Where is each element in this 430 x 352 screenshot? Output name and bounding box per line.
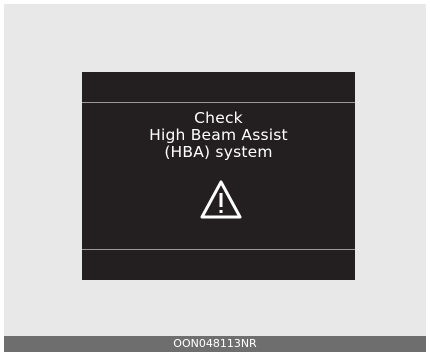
display-bottom-divider xyxy=(82,249,355,250)
figure-code: OON048113NR xyxy=(173,337,257,350)
message-line-1: Check xyxy=(194,109,243,127)
figure-code-bar: OON048113NR xyxy=(4,336,426,352)
warning-triangle-icon xyxy=(200,180,242,219)
figure-background: Check High Beam Assist (HBA) system xyxy=(4,4,426,336)
cluster-display: Check High Beam Assist (HBA) system xyxy=(82,72,355,280)
message-line-2: High Beam Assist xyxy=(149,126,288,144)
warning-message: Check High Beam Assist (HBA) system xyxy=(82,110,355,161)
message-line-3: (HBA) system xyxy=(164,143,273,161)
display-top-divider xyxy=(82,102,355,103)
